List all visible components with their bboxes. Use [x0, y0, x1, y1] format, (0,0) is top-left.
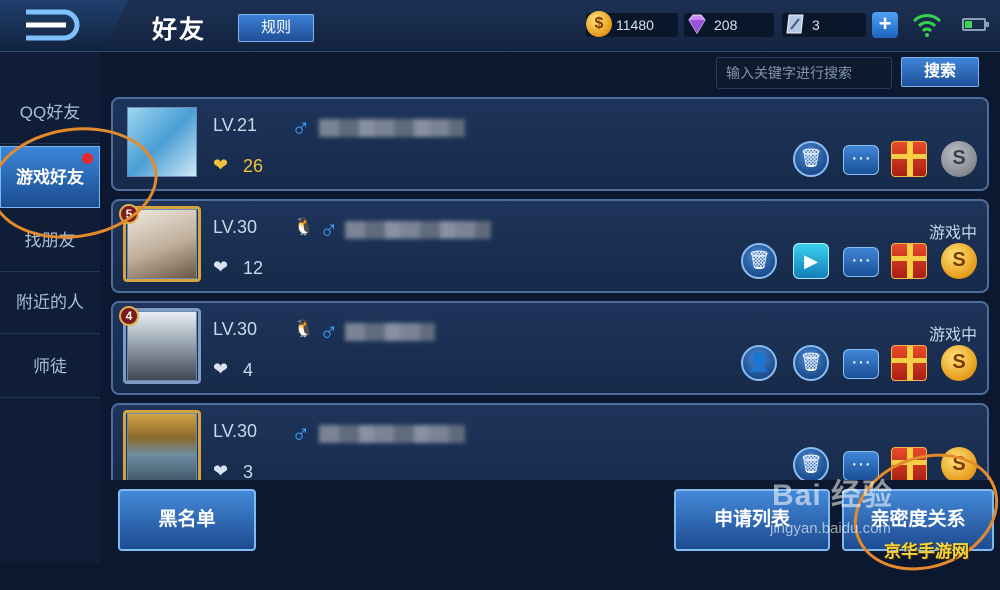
intimacy-value: 26 [243, 156, 264, 176]
intimacy-value: 12 [243, 258, 264, 278]
delete-friend-button[interactable]: 🗑 [793, 141, 829, 177]
page-title: 好友 [152, 16, 207, 44]
voucher-icon [786, 14, 804, 34]
sidebar-item-find-friends[interactable]: 找朋友 [0, 210, 100, 272]
friend-name-redacted [319, 119, 465, 137]
avatar[interactable] [127, 107, 197, 177]
friend-name-redacted [319, 425, 465, 443]
baidu-watermark-url: jingyan.baidu.com [770, 520, 891, 537]
site-watermark: 京华手游网 [884, 542, 969, 561]
sidebar-item-label: 附近的人 [16, 293, 84, 312]
sidebar-item-nearby[interactable]: 附近的人 [0, 272, 100, 334]
chat-button[interactable]: ··· [843, 247, 879, 277]
top-bar: 好友 规则 $ 11480 208 3 + [0, 0, 1000, 52]
back-arrow-icon [26, 9, 80, 41]
heart-icon: ❤ [213, 155, 229, 175]
friend-card: 4 LV.30 🐧 ♂ 游戏中 ❤ 4 👤 🗑 ··· S [111, 301, 989, 395]
send-gift-button[interactable] [891, 141, 927, 177]
rank-frame [123, 410, 201, 480]
sidebar: QQ好友 游戏好友 找朋友 附近的人 师徒 [0, 52, 100, 563]
rank-badge: 4 [119, 306, 139, 326]
diamond-balance: 208 [684, 13, 774, 37]
friend-level: LV.30 [213, 421, 258, 441]
gold-coin-value: 11480 [616, 17, 654, 33]
notification-dot [82, 153, 93, 164]
sidebar-item-label: 找朋友 [24, 231, 76, 250]
search-input[interactable]: 输入关键字进行搜索 [716, 57, 892, 89]
sidebar-item-label: 师徒 [33, 357, 67, 376]
friend-card: LV.30 ♂ ❤ 3 🗑 ··· S [111, 403, 989, 480]
blacklist-button[interactable]: 黑名单 [118, 489, 256, 551]
diamond-icon [688, 14, 706, 34]
send-gift-button[interactable] [891, 243, 927, 279]
heart-icon: ❤ [213, 461, 229, 480]
chat-button[interactable]: ··· [843, 349, 879, 379]
send-gift-button[interactable] [891, 345, 927, 381]
mentor-icon: 🐧 [293, 217, 315, 236]
wifi-icon [912, 14, 942, 37]
friend-level: LV.30 [213, 319, 258, 339]
battery-icon [962, 18, 989, 31]
sidebar-item-label: QQ好友 [19, 103, 81, 122]
voucher-balance: 3 [782, 13, 866, 37]
intimacy-value: 4 [243, 360, 254, 380]
add-mentor-button[interactable]: 👤 [741, 345, 777, 381]
back-button[interactable] [0, 0, 128, 50]
rules-button[interactable]: 规则 [238, 14, 314, 42]
friend-name-redacted [345, 221, 491, 239]
friend-card: 5 LV.30 🐧 ♂ 游戏中 ❤ 12 🗑 ▶ ··· S [111, 199, 989, 293]
status-text: 游戏中 [928, 327, 977, 344]
friend-level: LV.30 [213, 217, 258, 237]
send-gold-button[interactable]: S [941, 243, 977, 279]
status-text: 游戏中 [928, 225, 977, 242]
add-currency-button[interactable]: + [872, 12, 898, 38]
baidu-watermark: Bai 经验 [772, 479, 894, 512]
search-button[interactable]: 搜索 [901, 57, 979, 87]
voucher-value: 3 [812, 17, 820, 33]
friend-name-redacted [345, 323, 435, 341]
friend-list[interactable]: LV.21 ♂ ❤ 26 🗑 ··· S 5 LV.30 🐧 ♂ 游戏中 ❤ 1… [100, 95, 1000, 480]
send-gift-button[interactable] [891, 447, 927, 480]
gold-coin-balance: $ 11480 [586, 11, 678, 37]
friend-card: LV.21 ♂ ❤ 26 🗑 ··· S [111, 97, 989, 191]
male-icon: ♂ [291, 418, 311, 448]
sidebar-item-qq-friends[interactable]: QQ好友 [0, 82, 100, 144]
send-gold-button[interactable]: S [941, 345, 977, 381]
heart-icon: ❤ [213, 257, 229, 277]
heart-icon: ❤ [213, 359, 229, 379]
diamond-value: 208 [714, 17, 738, 33]
sidebar-item-mentorship[interactable]: 师徒 [0, 336, 100, 398]
send-gold-button[interactable]: S [941, 447, 977, 480]
intimacy-value: 3 [243, 462, 254, 480]
spectate-button[interactable]: ▶ [793, 243, 829, 279]
friend-level: LV.21 [213, 115, 258, 135]
rank-badge: 5 [119, 204, 139, 224]
penguin-icon: 🐧 [293, 319, 315, 338]
chat-button[interactable]: ··· [843, 145, 879, 175]
delete-friend-button[interactable]: 🗑 [793, 345, 829, 381]
send-gold-button[interactable]: S [941, 141, 977, 177]
gold-coin-icon: $ [586, 11, 612, 37]
sidebar-item-label: 游戏好友 [16, 168, 84, 187]
male-icon: ♂ [291, 112, 311, 142]
male-icon: ♂ [319, 214, 339, 244]
delete-friend-button[interactable]: 🗑 [741, 243, 777, 279]
sidebar-item-game-friends[interactable]: 游戏好友 [0, 146, 100, 208]
male-icon: ♂ [319, 316, 339, 346]
